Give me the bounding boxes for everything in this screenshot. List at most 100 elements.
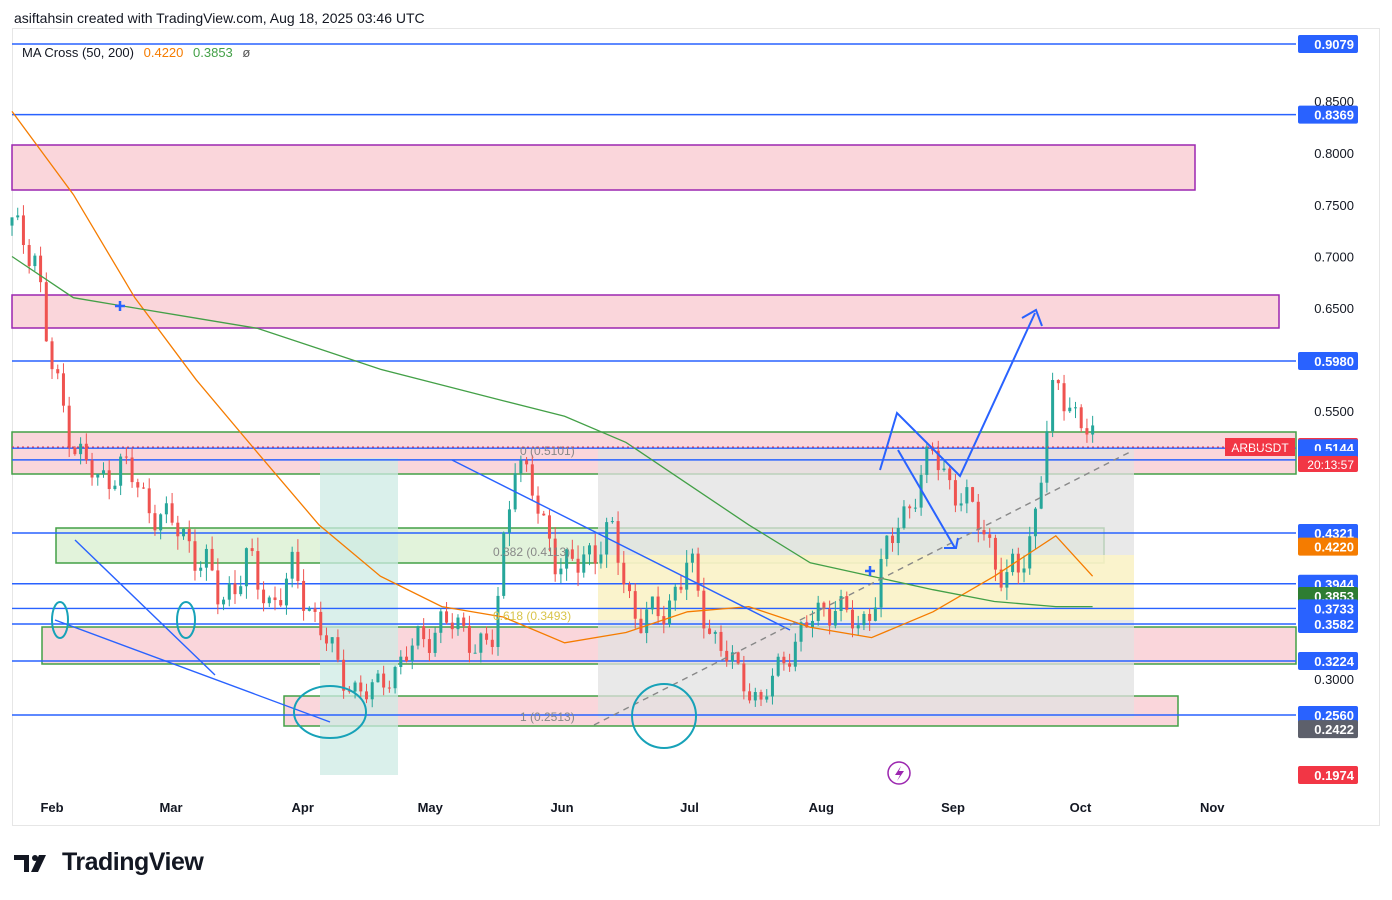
candle-body xyxy=(1068,407,1072,412)
candle-body xyxy=(199,567,203,571)
x-axis-month-label: Apr xyxy=(292,800,314,815)
tradingview-logo[interactable]: TradingView xyxy=(14,848,204,877)
candle-body xyxy=(1033,508,1037,537)
candle-body xyxy=(67,405,71,448)
resistance-zone-0-65[interactable] xyxy=(11,294,1280,329)
y-axis-tick-label: 0.5500 xyxy=(1314,404,1354,419)
candle-body xyxy=(896,527,900,544)
candle-body xyxy=(267,597,271,604)
candle-body xyxy=(193,541,197,571)
candle-body xyxy=(1005,572,1009,588)
candle-body xyxy=(90,460,94,478)
y-axis-tick-label: 0.6500 xyxy=(1314,301,1354,316)
candle-body xyxy=(988,534,992,538)
candle-body xyxy=(233,583,237,595)
candle-body xyxy=(845,596,849,610)
candle-body xyxy=(965,487,969,504)
candle-body xyxy=(1022,568,1026,573)
candle-body xyxy=(147,488,151,514)
candle-body xyxy=(44,282,48,342)
candle-body xyxy=(284,578,288,606)
candle-body xyxy=(324,635,328,644)
candle-body xyxy=(913,507,917,509)
x-axis-month-label: Jun xyxy=(550,800,573,815)
candle-body xyxy=(485,633,489,640)
candle-body xyxy=(222,599,226,605)
candle-body xyxy=(902,506,906,528)
price-badge-label: 0.5980 xyxy=(1314,354,1354,369)
candle-body xyxy=(953,480,957,506)
candle-body xyxy=(828,609,832,626)
candle-body xyxy=(10,217,14,226)
candle-body xyxy=(948,468,952,481)
candle-body xyxy=(633,591,637,619)
candle-body xyxy=(622,562,626,585)
candle-body xyxy=(239,586,243,595)
candle-body xyxy=(410,645,414,662)
candle-body xyxy=(279,600,283,606)
y-axis-tick-label: 0.7500 xyxy=(1314,198,1354,213)
fib-golden-pocket[interactable] xyxy=(598,555,1134,620)
candle-body xyxy=(702,590,706,629)
candle-body xyxy=(364,691,368,700)
candle-body xyxy=(713,631,717,634)
tradingview-wordmark: TradingView xyxy=(62,848,204,876)
candle-body xyxy=(1062,383,1066,412)
candle-body xyxy=(850,609,854,629)
candle-body xyxy=(359,682,363,692)
candle-body xyxy=(833,611,837,626)
candle-body xyxy=(302,580,306,611)
candle-body xyxy=(610,521,614,523)
candle-body xyxy=(976,501,980,531)
x-axis-month-label: Nov xyxy=(1200,800,1225,815)
candle-body xyxy=(645,609,649,634)
candle-body xyxy=(1051,380,1055,432)
candle-body xyxy=(450,622,454,630)
x-axis-month-label: Sep xyxy=(941,800,965,815)
candle-body xyxy=(650,596,654,610)
resistance-zone-upper[interactable] xyxy=(11,144,1196,191)
candle-body xyxy=(959,503,963,506)
candle-body xyxy=(39,255,43,283)
candle-body xyxy=(759,692,763,700)
price-badge-label: 0.2422 xyxy=(1314,722,1354,737)
candle-body xyxy=(908,506,912,509)
candle-body xyxy=(164,503,168,515)
countdown-label: 20:13:57 xyxy=(1307,458,1354,472)
candle-body xyxy=(525,460,529,465)
candle-body xyxy=(690,553,694,563)
candle-body xyxy=(530,464,534,496)
x-axis-month-label: Oct xyxy=(1070,800,1092,815)
candle-body xyxy=(719,631,723,651)
candle-body xyxy=(462,617,466,626)
candle-body xyxy=(439,611,443,633)
candle-body xyxy=(788,663,792,667)
lightning-bolt-icon xyxy=(895,766,904,781)
candle-body xyxy=(753,692,757,701)
candle-body xyxy=(21,215,25,246)
candle-body xyxy=(256,551,260,590)
price-badge-label: 0.1974 xyxy=(1314,768,1355,783)
candle-body xyxy=(342,659,346,691)
candle-body xyxy=(559,568,563,575)
candle-body xyxy=(182,528,186,537)
candle-body xyxy=(656,596,660,617)
candle-body xyxy=(130,457,134,483)
candle-body xyxy=(942,468,946,471)
candle-body xyxy=(628,584,632,592)
x-axis-month-label: Mar xyxy=(159,800,182,815)
candle-body xyxy=(868,613,872,621)
candle-body xyxy=(153,513,157,531)
candle-body xyxy=(793,641,797,667)
candle-body xyxy=(445,611,449,623)
candle-body xyxy=(782,656,786,664)
candle-body xyxy=(742,663,746,692)
candle-body xyxy=(124,456,128,458)
candle-body xyxy=(479,633,483,653)
candle-body xyxy=(16,215,20,218)
candle-body xyxy=(159,514,163,531)
fib-level-label: 0.618 (0.3493) xyxy=(493,609,571,623)
price-chart[interactable]: 0 (0.5101) 0.382 (0.4113) 0.618 (0.3493) 1 … xyxy=(0,0,1392,900)
candle-body xyxy=(319,611,323,636)
candle-body xyxy=(50,341,54,370)
